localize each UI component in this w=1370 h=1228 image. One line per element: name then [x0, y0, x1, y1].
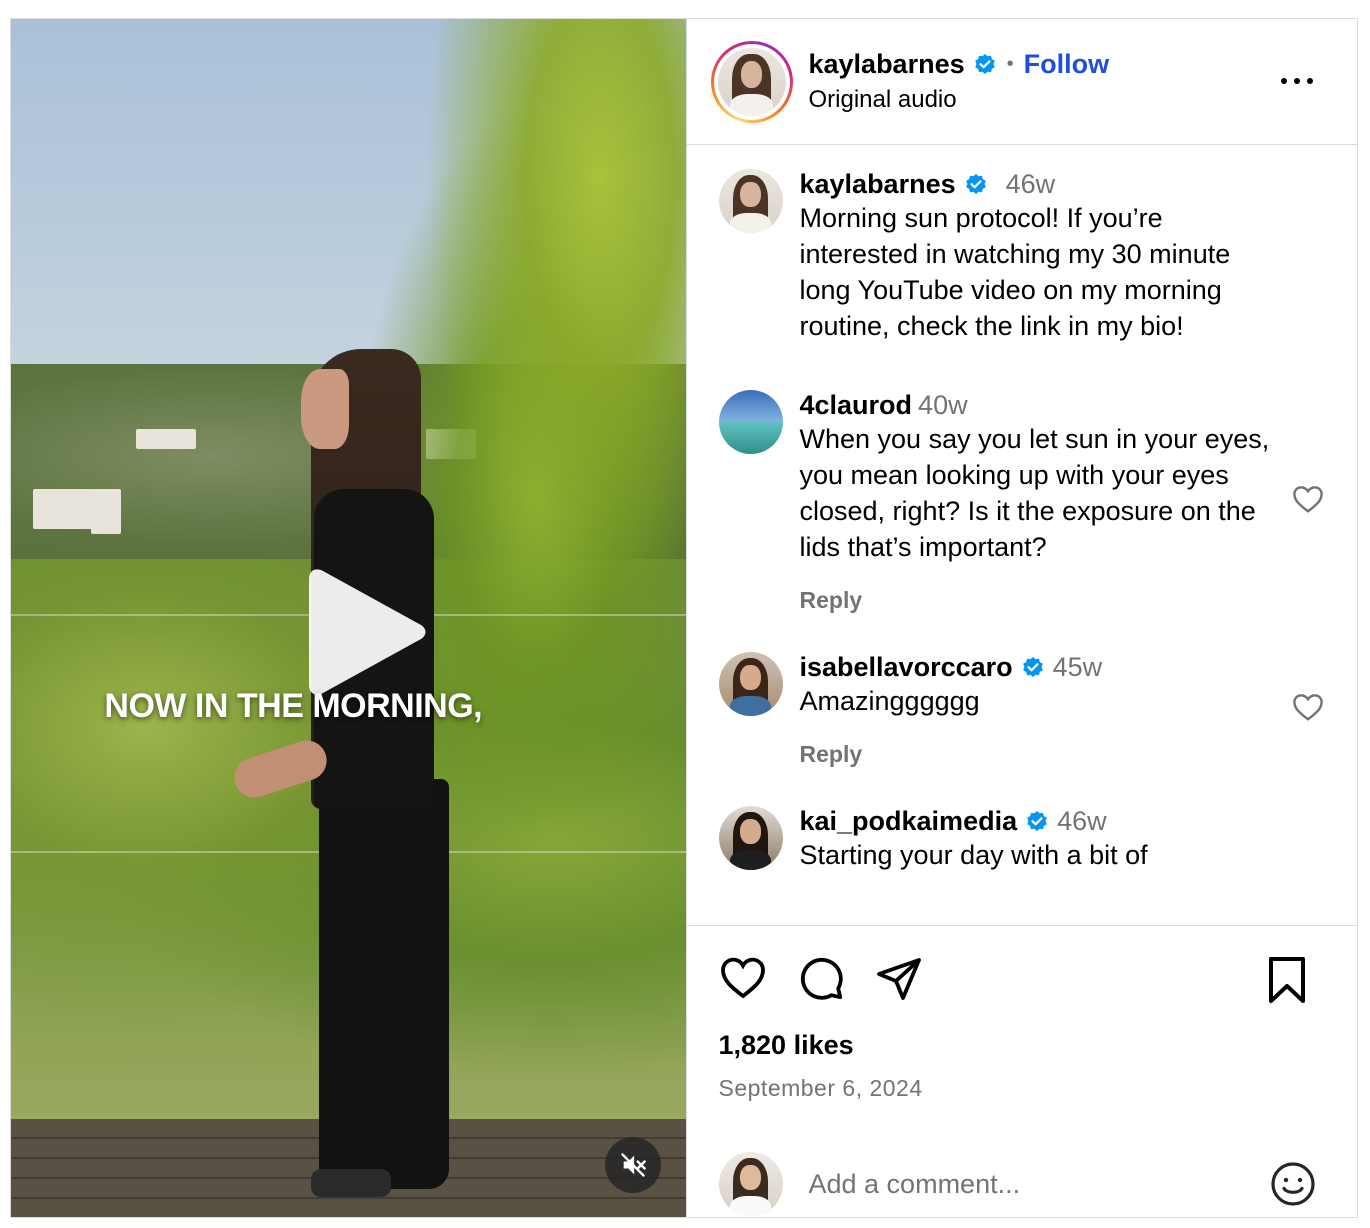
avatar[interactable]	[718, 806, 783, 870]
comment-username[interactable]: isabellavorccaro	[800, 652, 1013, 683]
video-house	[91, 489, 121, 534]
reply-button[interactable]: Reply	[800, 741, 1280, 768]
mute-button[interactable]	[605, 1137, 661, 1193]
like-comment-heart-icon[interactable]	[1291, 484, 1325, 514]
avatar[interactable]	[718, 390, 783, 454]
video-person	[301, 369, 349, 449]
follow-button[interactable]: Follow	[1024, 49, 1109, 80]
avatar[interactable]	[718, 169, 783, 233]
video-person	[311, 1169, 391, 1197]
comment-time[interactable]: 40w	[918, 390, 968, 421]
reply-button[interactable]: Reply	[800, 587, 1280, 614]
avatar[interactable]	[718, 652, 783, 716]
post-modal: NOW IN THE MORNING, kaylabarnes • Follow…	[10, 18, 1358, 1218]
avatar	[717, 47, 786, 116]
audio-label[interactable]: Original audio	[809, 86, 1110, 114]
comment-text: Morning sun protocol! If you’re interest…	[799, 203, 1231, 341]
play-icon	[309, 569, 426, 695]
verified-icon	[974, 53, 995, 74]
bookmark-icon[interactable]	[1267, 956, 1307, 1004]
comment-username[interactable]: 4claurod	[800, 390, 913, 421]
verified-icon	[1027, 810, 1047, 831]
current-user-avatar	[718, 1152, 783, 1216]
post-details-panel: kaylabarnes • Follow Original audio kayl…	[685, 19, 1358, 1217]
post-date[interactable]: September 6, 2024	[719, 1075, 1334, 1102]
video-house	[136, 429, 196, 449]
author-username[interactable]: kaylabarnes	[809, 49, 965, 80]
story-ring[interactable]	[710, 40, 793, 123]
more-icon[interactable]	[1277, 69, 1317, 93]
add-comment-input[interactable]	[808, 1168, 1269, 1200]
comment-item: kai_podkaimedia 46w Starting your day wi…	[718, 806, 1334, 873]
comments-list[interactable]: kaylabarnes 46w Morning sun protocol! If…	[687, 145, 1358, 925]
comment-username[interactable]: kaylabarnes	[800, 169, 956, 200]
post-header: kaylabarnes • Follow Original audio	[686, 19, 1357, 145]
separator-dot: •	[1006, 53, 1014, 75]
comment-text: When you say you let sun in your eyes, y…	[799, 424, 1270, 562]
verified-icon	[1022, 656, 1043, 677]
heart-icon[interactable]	[719, 954, 767, 1002]
video-house	[33, 489, 93, 529]
video-player[interactable]: NOW IN THE MORNING,	[11, 19, 686, 1217]
video-person	[319, 779, 449, 1189]
verified-icon	[965, 173, 986, 194]
comment-text: Amazingggggg	[799, 686, 980, 716]
comment-time[interactable]: 46w	[1006, 169, 1056, 200]
video-caption-overlay: NOW IN THE MORNING,	[104, 687, 483, 725]
emoji-icon[interactable]	[1269, 1160, 1317, 1208]
like-comment-heart-icon[interactable]	[1291, 692, 1325, 722]
post-actions: 1,820 likes September 6, 2024	[686, 925, 1357, 1217]
comment-username[interactable]: kai_podkaimedia	[800, 806, 1018, 837]
comment-item: isabellavorccaro 45w Amazingggggg Reply	[718, 652, 1334, 768]
comment-item: 4claurod 40w When you say you let sun in…	[718, 390, 1334, 614]
comment-time[interactable]: 46w	[1057, 806, 1107, 837]
comment-text: Starting your day with a bit of	[799, 840, 1148, 870]
play-button[interactable]	[301, 567, 431, 697]
caption-comment: kaylabarnes 46w Morning sun protocol! If…	[718, 169, 1334, 344]
share-icon[interactable]	[875, 954, 923, 1002]
comment-time[interactable]: 45w	[1053, 652, 1103, 683]
likes-count[interactable]: 1,820 likes	[719, 1030, 1334, 1061]
add-comment-bar	[718, 1152, 1318, 1216]
comment-icon[interactable]	[797, 954, 845, 1002]
mute-icon	[621, 1153, 646, 1177]
